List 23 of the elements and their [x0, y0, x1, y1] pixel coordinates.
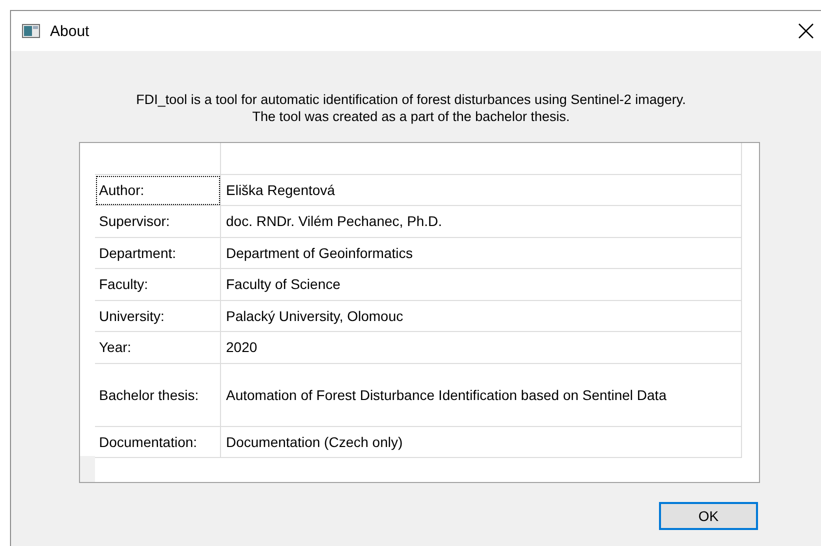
label-cell[interactable]: Supervisor: [95, 206, 221, 238]
description-text: The tool was created as a part of the bachelor thesis. [252, 108, 570, 125]
value-cell[interactable]: Documentation (Czech only) [221, 426, 742, 458]
label-cell[interactable]: Bachelor thesis: [95, 364, 221, 426]
label-cell[interactable]: Author: [95, 174, 221, 206]
value-cell[interactable]: Automation of Forest Disturbance Identification based on Sentinel Data [221, 364, 742, 426]
value-cell[interactable]: Eliška Regentová [221, 174, 742, 206]
value-cell[interactable]: 2020 [221, 332, 742, 364]
value-cell[interactable]: Palacký University, Olomouc [221, 300, 742, 332]
ok-button[interactable]: OK [659, 502, 758, 530]
close-icon[interactable] [797, 22, 815, 40]
table-corner [80, 456, 95, 482]
value-cell[interactable]: doc. RNDr. Vilém Pechanec, Ph.D. [221, 206, 742, 238]
label-cell[interactable]: Year: [95, 332, 221, 364]
value-cell[interactable]: Department of Geoinformatics [221, 238, 742, 269]
value-cell[interactable]: Faculty of Science [221, 269, 742, 300]
label-cell[interactable]: Documentation: [95, 426, 221, 458]
description-text: FDI_tool is a tool for automatic identification of forest disturbances using Sentinel-2 imagery. [136, 91, 686, 108]
label-cell[interactable]: University: [95, 300, 221, 332]
window-title: About [50, 22, 90, 40]
label-cell[interactable]: Department: [95, 238, 221, 269]
window-icon [22, 24, 40, 38]
label-cell[interactable]: Faculty: [95, 269, 221, 300]
